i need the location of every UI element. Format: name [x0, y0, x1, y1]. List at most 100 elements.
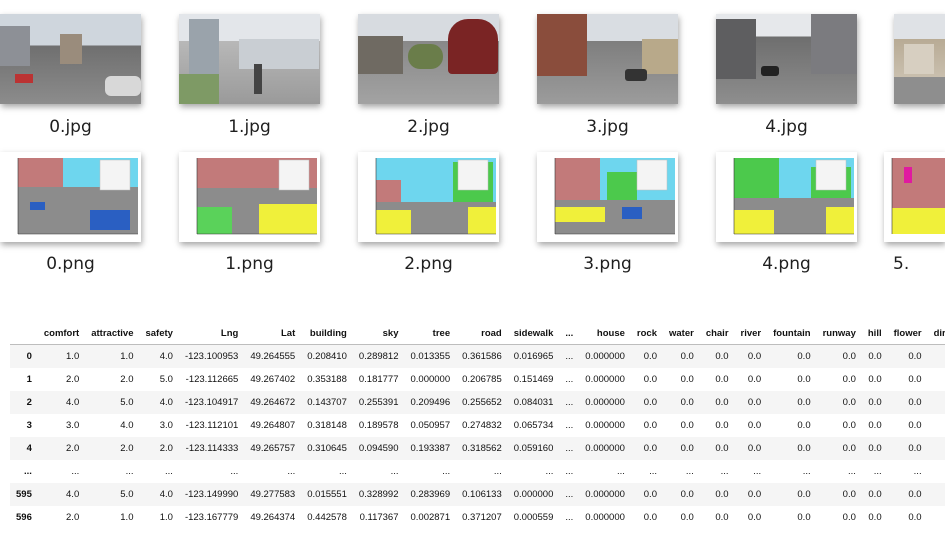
segmentation-map-2	[358, 152, 499, 242]
table-cell: 0.0	[747, 512, 762, 523]
image-caption: 2.jpg	[407, 117, 450, 137]
table-cell: ...	[847, 466, 856, 477]
column-header: Lng	[178, 322, 245, 345]
table-cell: 0.0	[797, 443, 811, 454]
table-cell: 1.0	[120, 512, 134, 523]
table-cell: 4.0	[159, 397, 173, 408]
table-cell: 0.0	[715, 397, 729, 408]
table-cell: 0.209496	[410, 397, 451, 408]
column-header: runway	[816, 322, 862, 345]
table-cell: 0.0	[747, 489, 762, 500]
table-cell: 0.0	[680, 374, 694, 385]
table-cell: 0.0	[842, 443, 856, 454]
table-cell: 0.274832	[462, 420, 502, 431]
table-cell: 0.0	[868, 512, 882, 523]
table-cell: 0.0	[928, 506, 945, 529]
table-cell: 0.255391	[358, 397, 399, 408]
table-cell: -123.167779	[184, 512, 239, 523]
row-index: 596	[16, 512, 32, 523]
table-cell: 4.0	[159, 351, 173, 362]
table-cell: ...	[565, 351, 574, 362]
table-cell: ...	[685, 466, 694, 477]
column-header: sidewalk	[507, 322, 560, 345]
table-cell: 0.0	[680, 351, 694, 362]
table-cell: 0.016965	[513, 351, 554, 362]
table-cell: 0.0	[908, 420, 922, 431]
column-header: dirt track	[927, 322, 945, 345]
row-index: 3	[26, 420, 32, 431]
table-cell: ...	[649, 466, 657, 477]
table-cell: ...	[230, 466, 239, 477]
table-cell: 0.000000	[585, 489, 625, 500]
table-cell: 0.0	[868, 351, 882, 362]
table-cell: 0.0	[842, 374, 856, 385]
image-caption: 4.jpg	[765, 117, 808, 137]
table-cell: 0.000000	[585, 374, 625, 385]
table-cell: 0.0	[868, 420, 882, 431]
table-cell: 49.264672	[250, 397, 296, 408]
column-header: building	[301, 322, 353, 345]
table-cell: 2.0	[66, 443, 80, 454]
table-cell: 0.050957	[410, 420, 451, 431]
segmentation-map-5-partial	[884, 152, 945, 242]
table-cell: ...	[125, 466, 134, 477]
table-header: comfort attractive safety Lng Lat building sky…	[10, 322, 945, 345]
table-cell: 0.318148	[307, 420, 347, 431]
table-cell: 49.264807	[250, 420, 296, 431]
table-cell: ...	[802, 466, 811, 477]
table-cell: 0.310645	[307, 443, 347, 454]
image-caption: 2.png	[404, 254, 453, 274]
table-cell: 0.0	[797, 512, 811, 523]
column-header: water	[662, 322, 700, 345]
table-cell: 0.0	[842, 489, 856, 500]
table-cell: 0.0	[928, 368, 945, 391]
table-cell: -123.149990	[184, 489, 239, 500]
table-cell: 0.002871	[410, 512, 451, 523]
dataframe-table: comfort attractive safety Lng Lat building sky…	[10, 322, 945, 529]
table-cell: 0.151469	[513, 374, 554, 385]
table-cell: 0.328992	[358, 489, 399, 500]
table-cell: 0.0	[868, 489, 882, 500]
table-cell: 3.0	[159, 420, 173, 431]
table-cell: 49.265757	[250, 443, 296, 454]
table-cell: 3.0	[66, 420, 80, 431]
table-cell: 0.000000	[585, 512, 625, 523]
table-cell: 0.0	[715, 351, 729, 362]
table-cell: ...	[390, 466, 399, 477]
image-caption: 5.	[893, 254, 910, 274]
table-cell: 0.117367	[359, 512, 399, 523]
table-cell: 4.0	[159, 489, 173, 500]
table-cell: 0.015551	[307, 489, 347, 500]
table-cell: ...	[873, 466, 882, 477]
table-cell: 5.0	[120, 397, 134, 408]
table-cell: 0.0	[908, 351, 922, 362]
table-cell: 0.0	[928, 391, 945, 414]
table-cell: 0.0	[797, 374, 811, 385]
row-index: 0	[26, 351, 32, 362]
table-body: 0 1.0 1.0 4.0 -123.100953 49.264555 0.208410 0.…	[10, 344, 945, 529]
column-header: ...	[559, 322, 580, 345]
table-cell: 0.0	[928, 483, 945, 506]
table-cell: 0.059160	[513, 443, 554, 454]
table-cell: 2.0	[120, 443, 134, 454]
street-photo-3	[537, 14, 678, 104]
table-cell: 0.0	[842, 420, 856, 431]
column-header: attractive	[85, 322, 140, 345]
table-cell: ...	[338, 466, 347, 477]
table-cell: 0.000000	[585, 397, 625, 408]
table-cell: 0.0	[747, 351, 762, 362]
table-cell: 0.0	[868, 397, 882, 408]
table-cell: 0.0	[715, 443, 729, 454]
table-cell: 0.094590	[358, 443, 399, 454]
table-cell: 0.193387	[410, 443, 451, 454]
table-cell: 0.0	[715, 374, 729, 385]
table-cell: 49.267402	[250, 374, 296, 385]
table-row: 2 4.0 5.0 4.0 -123.104917 49.264672 0.143707 0.…	[10, 391, 945, 414]
table-cell: 0.000559	[513, 512, 554, 523]
segmentation-map-4	[716, 152, 857, 242]
row-index: 595	[16, 489, 32, 500]
header-row: comfort attractive safety Lng Lat building sky…	[10, 322, 945, 345]
table-cell: 0.000000	[585, 351, 625, 362]
table-cell: 0.442578	[307, 512, 347, 523]
column-header: comfort	[37, 322, 86, 345]
